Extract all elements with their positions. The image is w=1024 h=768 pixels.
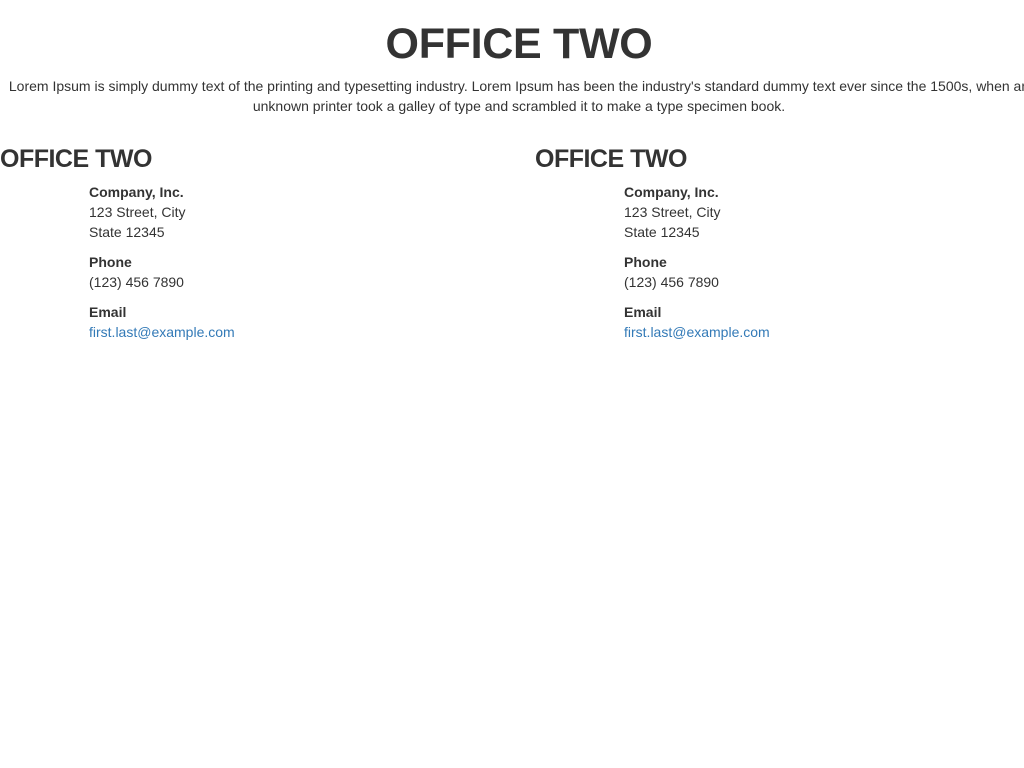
phone-number: (123) 456 7890	[624, 274, 719, 290]
email-block: Email first.last@example.com	[89, 302, 400, 342]
company-name: Company, Inc.	[624, 184, 719, 200]
office-details: Company, Inc. 123 Street, City State 123…	[624, 182, 935, 342]
office-title: OFFICE TWO	[0, 145, 152, 173]
phone-block: Phone (123) 456 7890	[89, 252, 400, 292]
office-title: OFFICE TWO	[535, 145, 687, 173]
office-details: Company, Inc. 123 Street, City State 123…	[89, 182, 400, 342]
phone-label: Phone	[624, 254, 667, 270]
address-block: Company, Inc. 123 Street, City State 123…	[89, 182, 400, 242]
phone-block: Phone (123) 456 7890	[624, 252, 935, 292]
office-card-right: OFFICE TWO Company, Inc. 123 Street, Cit…	[535, 142, 935, 352]
intro-text: Lorem Ipsum is simply dummy text of the …	[8, 78, 1024, 114]
email-link[interactable]: first.last@example.com	[89, 324, 235, 340]
street-address: 123 Street, City	[89, 204, 186, 220]
state-zip: State 12345	[624, 224, 700, 240]
page-title: OFFICE TWO	[385, 20, 653, 68]
phone-number: (123) 456 7890	[89, 274, 184, 290]
email-label: Email	[89, 304, 127, 320]
email-link[interactable]: first.last@example.com	[624, 324, 770, 340]
state-zip: State 12345	[89, 224, 165, 240]
page: OFFICE TWO Lorem Ipsum is simply dummy t…	[0, 0, 1024, 768]
email-block: Email first.last@example.com	[624, 302, 935, 342]
phone-label: Phone	[89, 254, 132, 270]
company-name: Company, Inc.	[89, 184, 184, 200]
address-block: Company, Inc. 123 Street, City State 123…	[624, 182, 935, 242]
office-card-left: OFFICE TWO Company, Inc. 123 Street, Cit…	[0, 142, 400, 352]
email-label: Email	[624, 304, 662, 320]
street-address: 123 Street, City	[624, 204, 721, 220]
